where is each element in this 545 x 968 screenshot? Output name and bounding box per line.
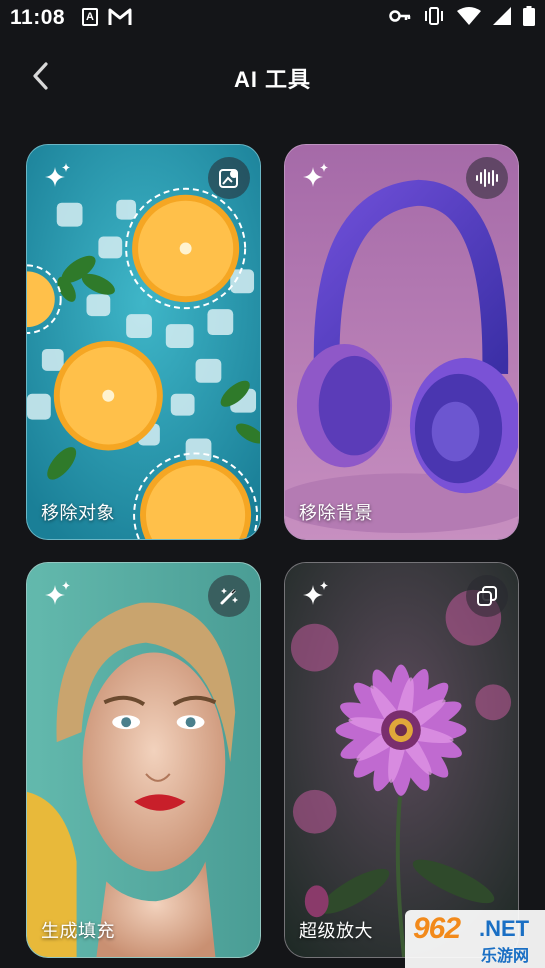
flower-image [285,563,518,957]
vibrate-icon [425,7,443,25]
card-label: 移除对象 [41,503,115,523]
signal-icon [493,7,511,25]
card-label: 移除背景 [299,503,373,523]
wifi-icon [457,7,481,25]
object-remove-button [208,157,250,199]
sparkle-icon [45,581,70,605]
headphones-image [285,145,518,539]
waveform-icon [476,169,498,187]
page-title: AI 工具 [233,67,312,92]
tool-card-super-upscale[interactable]: 超级放大 [284,562,519,958]
sparkle-icon [45,163,70,187]
site-watermark-logo: 962 .NET 乐游网 [405,910,545,968]
sparkle-icon [303,163,328,187]
card-label: 生成填充 [41,921,115,941]
sparkle-icon [303,581,328,605]
watermark-number: 962 [413,912,461,945]
gmail-icon [108,8,132,25]
battery-icon [523,6,535,26]
status-bar: 11:08 A [0,0,545,38]
tool-card-remove-background[interactable]: 移除背景 [284,144,519,540]
tool-card-generative-fill[interactable]: 生成填充 [26,562,261,958]
a-notification-icon: A [82,8,98,26]
watermark-domain: .NET [479,916,530,941]
card-label: 超级放大 [299,921,373,941]
magic-wand-button [208,575,250,617]
app-header: AI 工具 [0,50,545,106]
object-remove-icon [219,169,238,188]
layers-copy-button [466,575,508,617]
watermark-subtitle: 乐游网 [481,948,530,965]
oranges-on-ice-image [27,145,260,539]
tool-card-remove-object[interactable]: 移除对象 [26,144,261,540]
magic-wand-icon [220,588,238,605]
status-time: 11:08 [10,6,66,29]
waveform-button [466,157,508,199]
portrait-image [27,563,260,957]
layers-copy-icon [477,586,497,606]
key-icon [389,10,411,22]
